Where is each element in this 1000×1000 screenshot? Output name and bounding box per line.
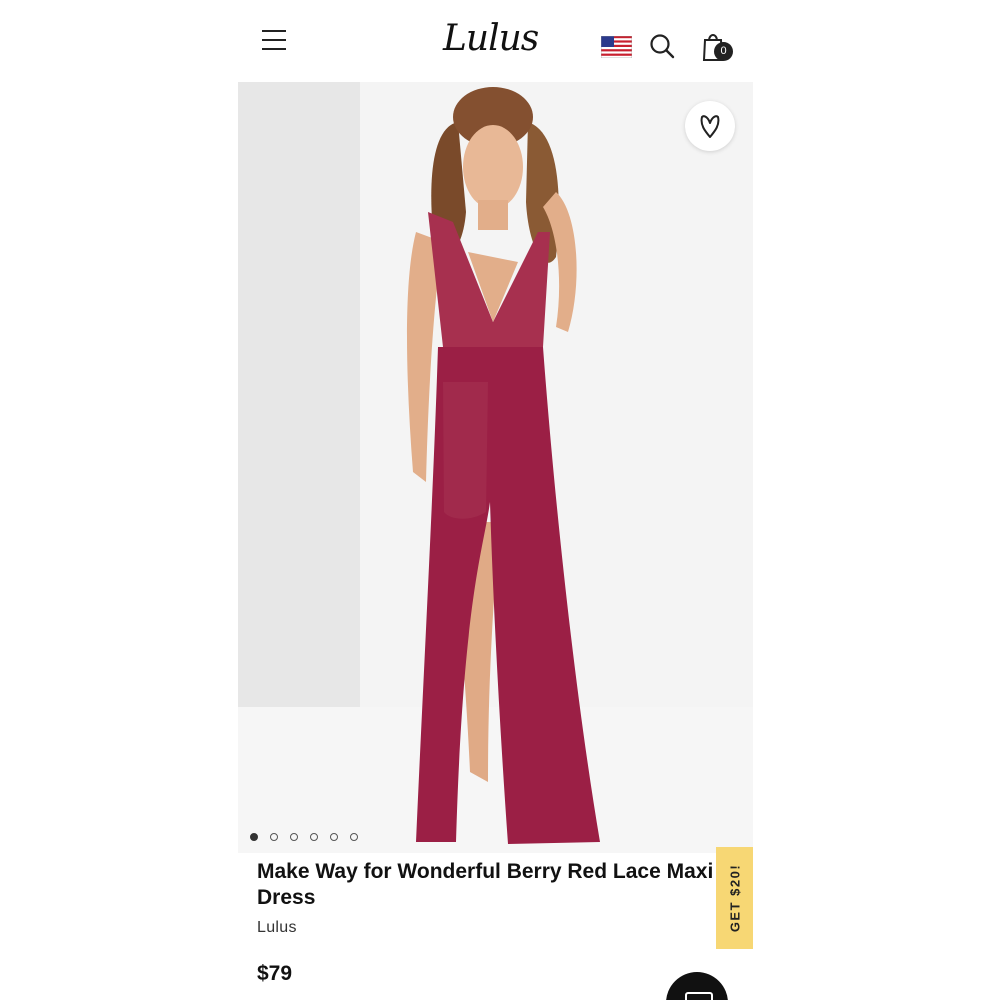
product-page: Lulus 0 Make Way for Wonderful Berry Red… [238,0,753,1000]
product-title: Make Way for Wonderful Berry Red Lace Ma… [257,860,714,909]
site-logo[interactable]: Lulus [443,18,539,59]
cart-count-badge: 0 [714,42,733,61]
product-image[interactable] [238,82,753,853]
site-header: Lulus 0 [238,0,753,82]
us-flag-icon[interactable] [601,36,632,58]
chat-button[interactable] [666,972,728,1000]
carousel-dot-2[interactable] [270,833,278,841]
chat-icon [685,992,713,1000]
carousel-dot-3[interactable] [290,833,298,841]
search-icon[interactable] [648,32,676,60]
get-20-promo-tab[interactable]: GET $20! [716,847,753,949]
heart-icon [700,115,720,138]
menu-icon[interactable] [258,30,290,60]
promo-label: GET $20! [727,863,742,933]
carousel-dots [250,828,370,841]
product-brand[interactable]: Lulus [257,919,297,937]
model-figure [407,87,600,844]
carousel-dot-5[interactable] [330,833,338,841]
carousel-dot-1[interactable] [250,833,258,841]
carousel-dot-6[interactable] [350,833,358,841]
favorite-button[interactable] [685,101,735,151]
product-price: $79 [257,962,293,985]
carousel-dot-4[interactable] [310,833,318,841]
